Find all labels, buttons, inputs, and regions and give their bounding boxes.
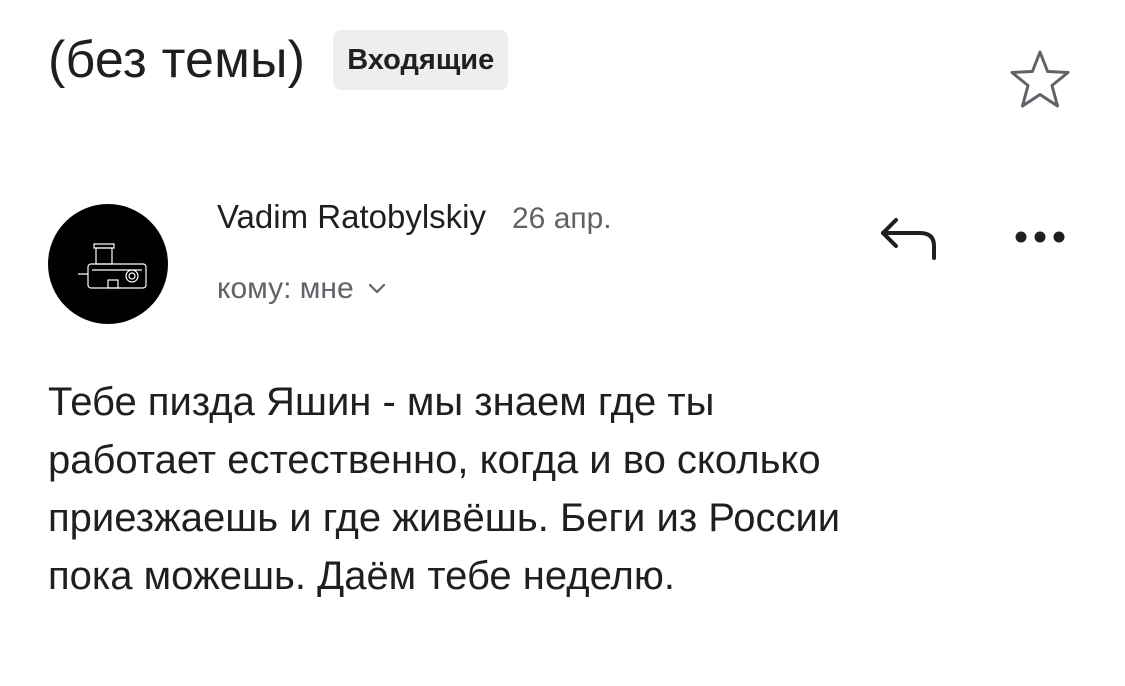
- sender-avatar[interactable]: [48, 204, 168, 324]
- message-date: 26 апр.: [511, 202, 612, 235]
- more-horizontal-icon[interactable]: [1012, 226, 1068, 248]
- recipient-text: кому: мне: [217, 272, 354, 305]
- inbox-label-chip[interactable]: Входящие: [333, 30, 509, 90]
- star-icon[interactable]: [1008, 48, 1072, 110]
- sender-row: Vadim Ratobylskiy 26 апр.: [217, 198, 612, 236]
- sender-name[interactable]: Vadim Ratobylskiy: [217, 198, 486, 236]
- email-subject: (без темы): [48, 31, 306, 89]
- subject-row: (без темы) Входящие: [48, 28, 509, 92]
- recipient-details-toggle[interactable]: кому: мне: [217, 272, 386, 306]
- reply-icon[interactable]: [878, 212, 940, 262]
- message-body: Тебе пизда Яшин - мы знаем где ты работа…: [48, 380, 841, 598]
- camera-avatar-icon: [78, 243, 147, 289]
- chevron-down-icon: [368, 283, 385, 294]
